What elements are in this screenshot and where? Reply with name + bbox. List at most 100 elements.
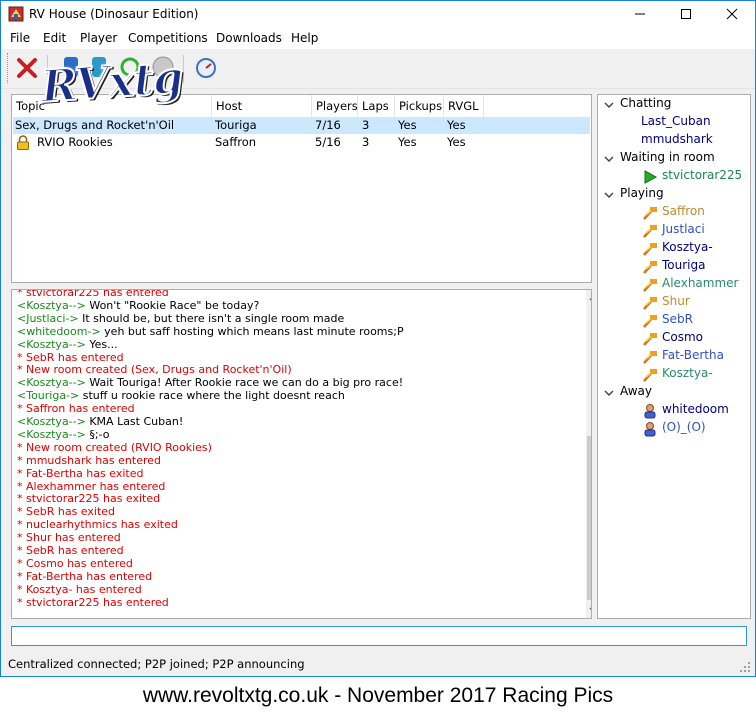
user-item[interactable]: Saffron <box>662 204 705 218</box>
menu-edit[interactable]: Edit <box>43 31 66 45</box>
race-icon <box>643 369 657 382</box>
close-button[interactable] <box>709 1 755 27</box>
menu-competitions[interactable]: Competitions <box>128 31 208 45</box>
away-icon <box>644 422 656 437</box>
menu-bar: File Edit Player Competitions Downloads … <box>1 27 755 49</box>
maximize-button[interactable] <box>663 1 709 27</box>
user-item[interactable]: Kosztya- <box>662 366 713 380</box>
chat-username[interactable]: Kosztya- <box>26 376 72 389</box>
chat-message: * Cosmo has entered <box>17 556 133 570</box>
chat-message: * Kosztya- has entered <box>17 582 142 596</box>
caption-text: www.revoltxtg.co.uk - November 2017 Raci… <box>142 684 614 707</box>
user-item[interactable]: Last_Cuban <box>641 114 711 128</box>
race-icon <box>643 315 657 328</box>
chat-username[interactable]: Kosztya- <box>26 428 72 441</box>
app-window: RV House (Dinosaur Edition) File Edit Pl… <box>0 0 756 677</box>
play-icon <box>644 170 658 184</box>
room-rvgl: Yes <box>447 118 466 132</box>
chat-message: <Kosztya--> Won't "Rookie Race" be today… <box>17 298 260 312</box>
chat-username[interactable]: Kosztya- <box>26 415 72 428</box>
chat-log[interactable]: * stvictorar225 has entered <Kosztya--> W… <box>11 289 592 619</box>
chevron-down-icon[interactable] <box>604 190 614 200</box>
chat-scrollbar[interactable] <box>586 290 592 618</box>
user-group-playing[interactable]: Playing <box>620 186 664 200</box>
chat-message: * SebR has exited <box>17 505 116 519</box>
chat-message: * stvictorar225 has entered <box>17 289 169 299</box>
chevron-down-icon[interactable] <box>604 154 614 164</box>
menu-player[interactable]: Player <box>80 31 117 45</box>
menu-file[interactable]: File <box>10 31 30 45</box>
room-pickups: Yes <box>398 118 417 132</box>
chat-username[interactable]: Touriga <box>26 389 66 402</box>
minimize-icon <box>635 13 645 15</box>
user-group-chatting[interactable]: Chatting <box>620 96 671 110</box>
chat-message: * stvictorar225 has entered <box>17 595 169 609</box>
resize-grip[interactable] <box>739 661 751 673</box>
user-group-away[interactable]: Away <box>620 384 652 398</box>
chat-text: stuff u rookie race where the light does… <box>79 389 345 403</box>
room-list: Topic Host Players Laps Pickups RVGL Sex… <box>11 94 592 283</box>
chat-message: * Fat-Bertha has exited <box>17 466 144 480</box>
user-item[interactable]: Cosmo <box>662 330 703 344</box>
room-row[interactable]: Sex, Drugs and Rocket'n'Oil Touriga 7/16… <box>13 117 590 134</box>
speedometer-icon[interactable] <box>195 57 217 79</box>
chat-username[interactable]: Kosztya- <box>26 338 72 351</box>
chevron-down-icon[interactable] <box>604 388 614 398</box>
column-header-players[interactable]: Players <box>312 95 358 117</box>
room-laps: 3 <box>362 135 370 149</box>
race-icon <box>643 279 657 292</box>
chat-username[interactable]: whitedoom <box>26 325 87 338</box>
room-row[interactable]: RVIO Rookies Saffron 5/16 3 Yes Yes <box>13 134 590 151</box>
lock-icon <box>17 135 29 150</box>
disconnect-icon[interactable] <box>15 57 39 79</box>
column-header-host[interactable]: Host <box>212 95 312 117</box>
user-item[interactable]: Fat-Bertha <box>662 348 724 362</box>
chat-username[interactable]: Kosztya- <box>26 299 72 312</box>
close-icon <box>726 8 738 20</box>
minimize-button[interactable] <box>617 1 663 27</box>
room-pickups: Yes <box>398 135 417 149</box>
room-players: 5/16 <box>315 135 341 149</box>
chat-message: <Touriga-> stuff u rookie race where the… <box>17 389 345 403</box>
user-item[interactable]: Justlaci <box>662 222 705 236</box>
chat-message: * Fat-Bertha has entered <box>17 569 153 583</box>
chat-message: <Kosztya--> KMA Last Cuban! <box>17 415 184 428</box>
user-item[interactable]: Shur <box>662 294 690 308</box>
user-item[interactable]: SebR <box>662 312 693 326</box>
chat-username[interactable]: Justlaci <box>26 312 65 325</box>
user-item[interactable]: Touriga <box>662 258 705 272</box>
chat-message: * SebR has entered <box>17 350 124 364</box>
race-icon <box>643 333 657 346</box>
chat-message: <Kosztya--> §;-o <box>17 427 110 441</box>
toolbar-separator <box>183 55 184 83</box>
user-item[interactable]: Alexhammer <box>662 276 738 290</box>
chat-input[interactable] <box>11 626 747 646</box>
chat-text: It should be, but there isn't a single r… <box>78 311 345 325</box>
room-topic: Sex, Drugs and Rocket'n'Oil <box>15 118 175 132</box>
chat-message: * Alexhammer has entered <box>17 479 166 493</box>
chevron-down-icon[interactable] <box>604 100 614 110</box>
chat-message: * mmudshark has entered <box>17 453 162 467</box>
chat-text: Wait Touriga! After Rookie race we can d… <box>85 376 404 390</box>
user-item[interactable]: stvictorar225 <box>662 168 742 182</box>
user-item[interactable]: mmudshark <box>641 132 713 146</box>
user-item[interactable]: whitedoom <box>662 402 729 416</box>
column-header-laps[interactable]: Laps <box>358 95 395 117</box>
chat-message: * New room created (Sex, Drugs and Rocke… <box>17 363 292 377</box>
menu-help[interactable]: Help <box>291 31 318 45</box>
scroll-up-icon[interactable] <box>589 294 592 302</box>
title-bar: RV House (Dinosaur Edition) <box>1 1 755 27</box>
room-host: Saffron <box>215 135 257 149</box>
menu-downloads[interactable]: Downloads <box>216 31 282 45</box>
room-players: 7/16 <box>315 118 341 132</box>
user-item[interactable]: Kosztya- <box>662 240 713 254</box>
user-item[interactable]: (O)_(O) <box>662 420 706 434</box>
race-icon <box>643 351 657 364</box>
user-group-waiting-in-room[interactable]: Waiting in room <box>620 150 715 164</box>
room-topic: RVIO Rookies <box>37 135 113 149</box>
scroll-down-icon[interactable] <box>589 606 592 614</box>
column-header-pickups[interactable]: Pickups <box>395 95 444 117</box>
scrollbar-thumb[interactable] <box>587 436 591 600</box>
window-title: RV House (Dinosaur Edition) <box>29 7 199 21</box>
column-header-rvgl[interactable]: RVGL <box>444 95 484 117</box>
